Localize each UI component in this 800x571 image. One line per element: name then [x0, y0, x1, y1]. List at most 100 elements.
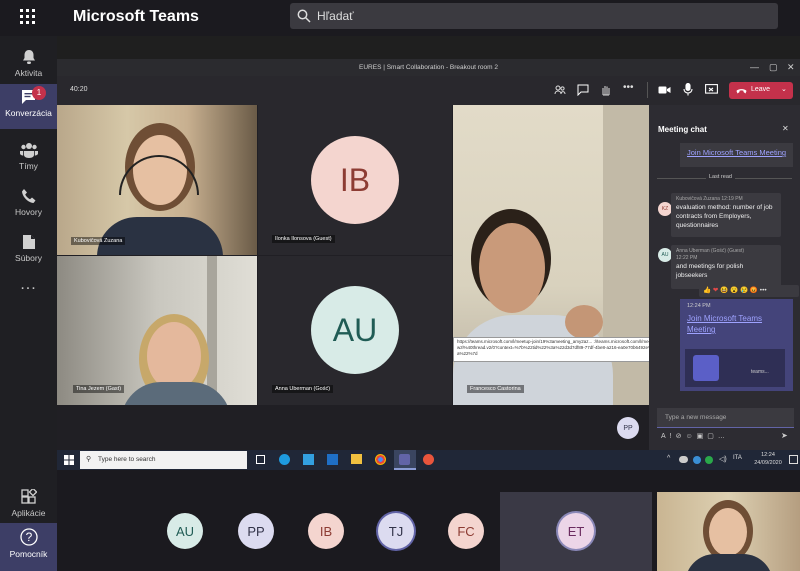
send-icon[interactable]: ➤: [781, 431, 788, 440]
chevron-down-icon[interactable]: ⌄: [781, 85, 787, 93]
more-options-icon[interactable]: …: [718, 433, 729, 440]
rail-label: Konverzácia: [5, 108, 52, 118]
participant-name: Anna Uberman (Gość): [272, 385, 334, 393]
chrome-icon[interactable]: [375, 454, 386, 465]
volume-icon[interactable]: ◁): [719, 455, 727, 463]
attach-icon[interactable]: ⊘: [676, 433, 686, 440]
unread-badge: 1: [32, 86, 46, 100]
participant-face: [479, 223, 545, 313]
composer-toolbar: A!⊘☺▣▢…: [661, 432, 729, 440]
search-placeholder: Hľadať: [317, 9, 354, 23]
rail-label: Tímy: [19, 161, 38, 171]
emoji-icon[interactable]: ☺: [686, 433, 697, 440]
phone-icon: [0, 188, 57, 204]
gif-icon[interactable]: ▣: [697, 433, 708, 440]
taskbar-search-input[interactable]: ⚲ Type here to search: [80, 451, 247, 469]
angry-icon[interactable]: 😡: [750, 287, 758, 294]
taskbar-clock[interactable]: 12:24 24/09/2020: [750, 451, 786, 467]
rail-item-subory[interactable]: Súbory: [0, 229, 57, 275]
self-avatar[interactable]: PP: [617, 417, 639, 439]
rail-label: Aplikácie: [11, 508, 46, 518]
search-input[interactable]: Hľadať: [290, 3, 778, 29]
search-icon: ⚲: [86, 456, 92, 463]
rail-item-hovory[interactable]: Hovory: [0, 183, 57, 229]
help-icon: ?: [0, 528, 57, 546]
preview-label: teams...: [751, 369, 769, 375]
message-placeholder: Type a new message: [665, 414, 727, 421]
leave-button[interactable]: Leave ⌄: [729, 82, 793, 99]
tray-chevron-icon[interactable]: ^: [667, 455, 670, 462]
own-message[interactable]: 12:24 PM Join Microsoft Teams Meeting te…: [680, 299, 793, 391]
language-indicator[interactable]: ITA: [733, 455, 742, 461]
teams-taskbar-item[interactable]: [394, 450, 416, 470]
rail-item-timy[interactable]: Tímy: [0, 137, 57, 183]
more-options-icon[interactable]: •••: [623, 82, 634, 93]
rail-item-konverzacia[interactable]: Konverzácia 1: [0, 84, 57, 129]
self-video-tile[interactable]: [657, 492, 800, 571]
avatar-tile-ib[interactable]: IB Ilonka Ilonsova (Guest): [258, 105, 452, 255]
strip-avatar[interactable]: PP: [238, 513, 274, 549]
message-avatar: KZ: [658, 202, 672, 216]
status-icon[interactable]: [705, 456, 713, 464]
close-chat-icon[interactable]: ✕: [782, 124, 789, 133]
store-icon[interactable]: [303, 454, 314, 465]
avatar: AU: [311, 286, 399, 374]
apps-icon: [0, 489, 57, 505]
close-window-button[interactable]: ✕: [787, 59, 795, 76]
strip-avatar[interactable]: AU: [167, 513, 203, 549]
more-options-icon[interactable]: •••: [760, 287, 767, 294]
onedrive-icon[interactable]: [693, 456, 701, 464]
laugh-icon[interactable]: 😆: [720, 287, 728, 294]
leave-label: Leave: [751, 86, 771, 93]
sticker-icon[interactable]: ▢: [707, 433, 718, 440]
join-meeting-link[interactable]: Join Microsoft Teams Meeting: [687, 313, 787, 335]
taskbar-search-placeholder: Type here to search: [98, 456, 156, 463]
share-screen-icon[interactable]: [705, 84, 718, 96]
chat-icon: [0, 89, 57, 105]
file-explorer-icon[interactable]: [351, 454, 362, 464]
task-view-icon[interactable]: [256, 455, 265, 464]
rail-item-pomocnik[interactable]: ? Pomocník: [0, 523, 57, 571]
sad-icon[interactable]: 😢: [740, 287, 748, 294]
rail-label: Hovory: [15, 207, 42, 217]
strip-avatar[interactable]: TJ: [378, 513, 414, 549]
strip-avatar[interactable]: IB: [308, 513, 344, 549]
door-frame: [207, 256, 217, 405]
message-time: 12:19 PM: [721, 196, 743, 202]
app-icon[interactable]: [423, 454, 434, 465]
windows-start-icon[interactable]: [64, 455, 74, 465]
message-avatar: AU: [658, 248, 672, 262]
maximize-button[interactable]: ▢: [769, 59, 778, 76]
edge-icon[interactable]: [279, 454, 290, 465]
participant-hand: [565, 305, 603, 339]
chat-message[interactable]: Kubovičová Zuzana 12:19 PM evaluation me…: [671, 193, 781, 237]
rail-item-more[interactable]: ...: [0, 276, 57, 322]
link-preview: teams...: [685, 349, 785, 387]
video-tile-zuzana[interactable]: Kubovičová Zuzana: [57, 105, 257, 255]
raise-hand-icon[interactable]: [600, 84, 612, 96]
participant-face: [709, 508, 747, 556]
chat-message[interactable]: Anna Uberman (Gość) (Guest) 12:22 PM and…: [671, 245, 781, 289]
message-input[interactable]: Type a new message: [657, 408, 794, 428]
cloud-icon[interactable]: [679, 456, 688, 463]
microphone-icon[interactable]: [683, 83, 693, 96]
strip-avatar[interactable]: FC: [448, 513, 484, 549]
strip-avatar[interactable]: ET: [558, 513, 594, 549]
join-meeting-link[interactable]: Join Microsoft Teams Meeting: [687, 147, 787, 164]
surprised-icon[interactable]: 😮: [730, 287, 738, 294]
video-tile-tina[interactable]: Tina Jezem (Gast): [57, 256, 257, 405]
outlook-icon[interactable]: [327, 454, 338, 465]
participants-icon[interactable]: [554, 84, 566, 96]
clock-time: 12:24: [761, 452, 775, 458]
like-icon[interactable]: 👍: [703, 287, 711, 294]
camera-icon[interactable]: [658, 84, 671, 96]
minimize-button[interactable]: —: [750, 59, 759, 76]
chat-toggle-icon[interactable]: [577, 84, 589, 96]
meeting-toolbar: 40:20 ••• Leave ⌄: [57, 76, 800, 105]
app-launcher-icon[interactable]: [20, 9, 36, 25]
format-icon[interactable]: A: [661, 433, 670, 440]
avatar-tile-au[interactable]: AU Anna Uberman (Gość): [258, 256, 452, 405]
heart-icon[interactable]: ❤: [713, 287, 718, 294]
notifications-icon[interactable]: [789, 455, 798, 464]
app-title: Microsoft Teams: [73, 8, 199, 25]
